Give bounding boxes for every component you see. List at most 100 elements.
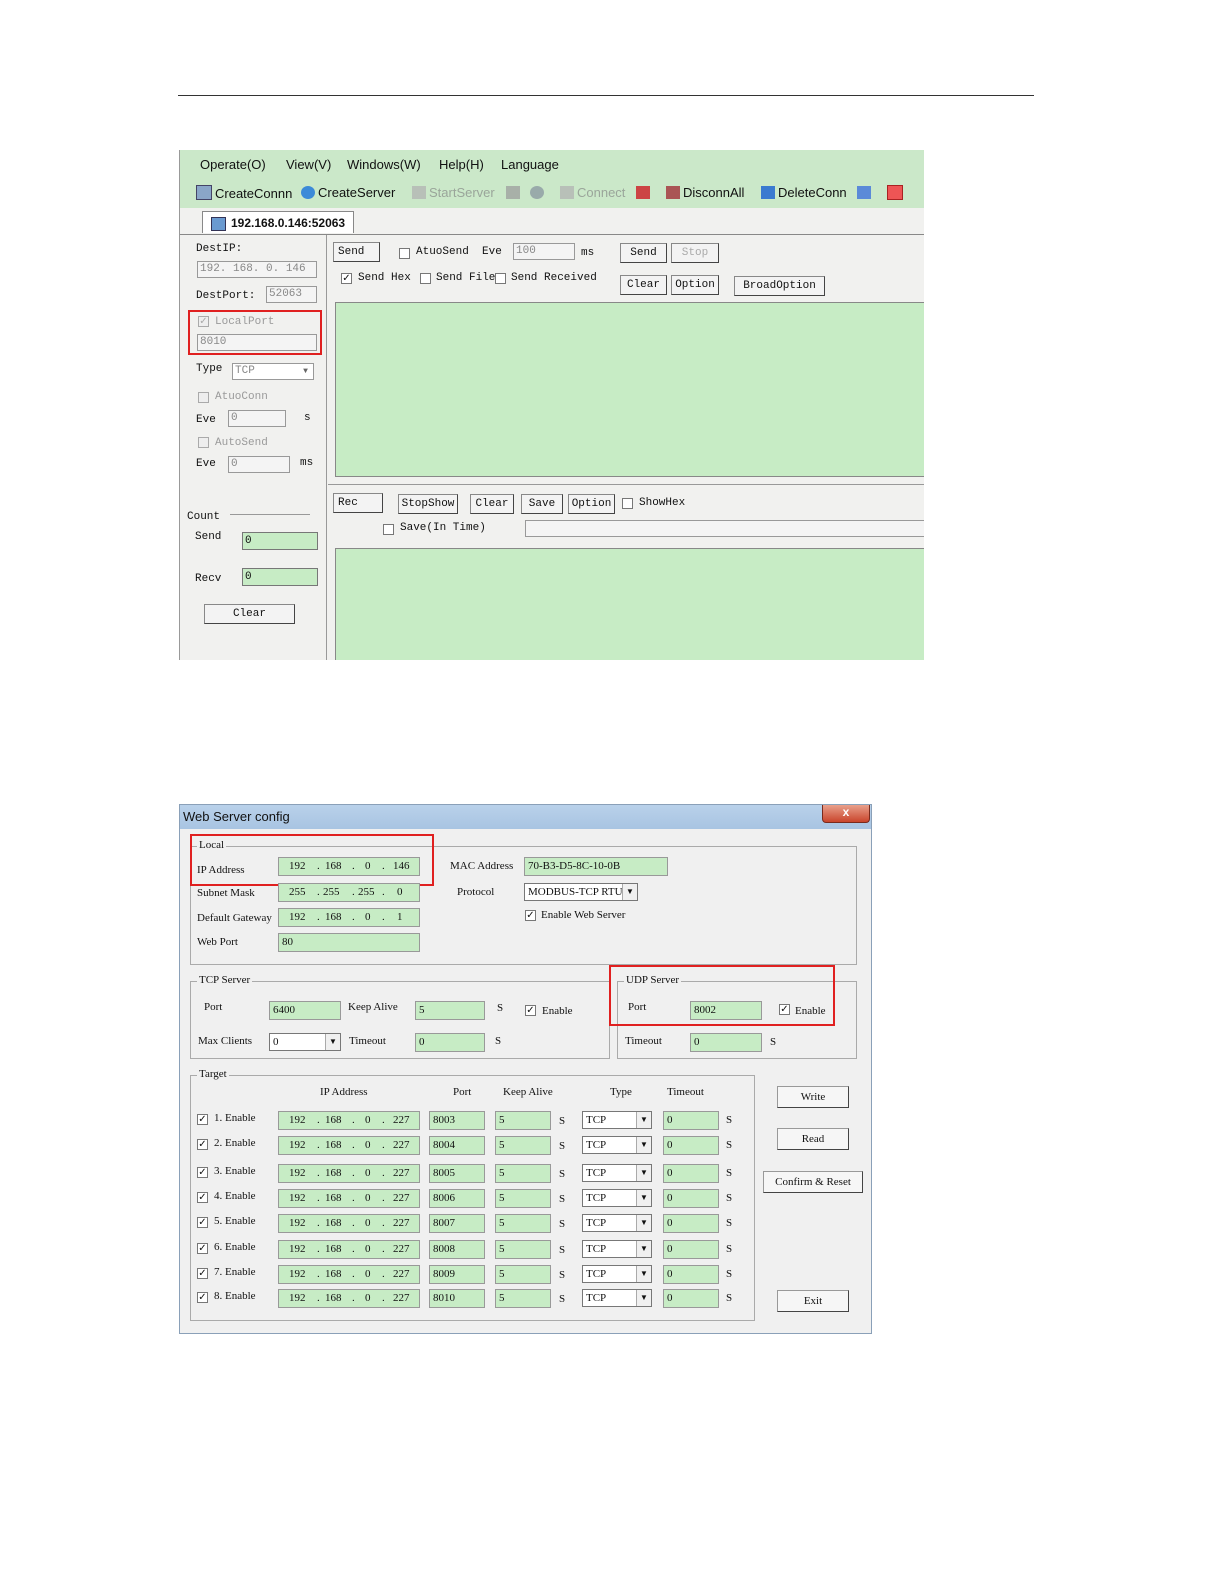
- send-clear-button[interactable]: Clear: [620, 275, 667, 295]
- create-server-button[interactable]: CreateServer: [301, 185, 395, 200]
- send-button[interactable]: Send: [620, 243, 667, 263]
- target-type-select[interactable]: TCP ▼: [582, 1136, 652, 1154]
- target-port-field[interactable]: 8010: [429, 1289, 485, 1308]
- receive-text-area[interactable]: [335, 548, 924, 660]
- rec-option-button[interactable]: Option: [568, 494, 615, 514]
- menu-help[interactable]: Help(H): [439, 157, 484, 172]
- target-keep-alive-field[interactable]: 5: [495, 1189, 551, 1208]
- protocol-select[interactable]: MODBUS-TCP RTU ▼: [524, 883, 638, 901]
- eve-field-1[interactable]: 0: [228, 410, 286, 427]
- target-type-select[interactable]: TCP ▼: [582, 1214, 652, 1232]
- target-timeout-field[interactable]: 0: [663, 1240, 719, 1259]
- target-ip-field[interactable]: 192. 168. 0. 227: [278, 1189, 420, 1208]
- target-enable-checkbox[interactable]: ✓: [197, 1139, 208, 1150]
- dest-ip-field[interactable]: 192. 168. 0. 146: [197, 261, 317, 278]
- broad-option-button[interactable]: BroadOption: [734, 276, 825, 296]
- target-type-select[interactable]: TCP ▼: [582, 1189, 652, 1207]
- target-type-select[interactable]: TCP ▼: [582, 1111, 652, 1129]
- connect-button[interactable]: Connect: [560, 185, 625, 200]
- tab-connection[interactable]: 192.168.0.146:52063: [202, 211, 354, 233]
- target-timeout-field[interactable]: 0: [663, 1111, 719, 1130]
- target-type-select[interactable]: TCP ▼: [582, 1240, 652, 1258]
- target-ip-field[interactable]: 192. 168. 0. 227: [278, 1265, 420, 1284]
- send-received-checkbox[interactable]: [495, 273, 506, 284]
- target-ip-field[interactable]: 192. 168. 0. 227: [278, 1240, 420, 1259]
- target-keep-alive-field[interactable]: 5: [495, 1240, 551, 1259]
- udp-timeout-field[interactable]: 0: [690, 1033, 762, 1052]
- target-ip-field[interactable]: 192. 168. 0. 227: [278, 1136, 420, 1155]
- target-ip-field[interactable]: 192. 168. 0. 227: [278, 1289, 420, 1308]
- target-port-field[interactable]: 8009: [429, 1265, 485, 1284]
- target-port-field[interactable]: 8004: [429, 1136, 485, 1155]
- target-type-select[interactable]: TCP ▼: [582, 1164, 652, 1182]
- clear-count-button[interactable]: Clear: [204, 604, 295, 624]
- target-timeout-field[interactable]: 0: [663, 1265, 719, 1284]
- close-button[interactable]: x: [822, 805, 870, 823]
- tcp-port-field[interactable]: 6400: [269, 1001, 341, 1020]
- menu-windows[interactable]: Windows(W): [347, 157, 421, 172]
- disconnect-all-button[interactable]: DisconnAll: [666, 185, 744, 200]
- write-button[interactable]: Write: [777, 1086, 849, 1108]
- target-keep-alive-field[interactable]: 5: [495, 1111, 551, 1130]
- target-timeout-field[interactable]: 0: [663, 1136, 719, 1155]
- target-enable-checkbox[interactable]: ✓: [197, 1167, 208, 1178]
- max-clients-select[interactable]: 0 ▼: [269, 1033, 341, 1051]
- start-server-button[interactable]: StartServer: [412, 185, 495, 200]
- target-enable-checkbox[interactable]: ✓: [197, 1114, 208, 1125]
- tcp-enable-checkbox[interactable]: ✓: [525, 1005, 536, 1016]
- target-type-select[interactable]: TCP ▼: [582, 1265, 652, 1283]
- target-port-field[interactable]: 8007: [429, 1214, 485, 1233]
- target-enable-checkbox[interactable]: ✓: [197, 1217, 208, 1228]
- target-port-field[interactable]: 8008: [429, 1240, 485, 1259]
- menu-view[interactable]: View(V): [286, 157, 331, 172]
- save-path-field[interactable]: [525, 520, 924, 537]
- stop-show-button[interactable]: StopShow: [398, 494, 458, 514]
- eve-field-2[interactable]: 0: [228, 456, 290, 473]
- target-ip-field[interactable]: 192. 168. 0. 227: [278, 1164, 420, 1183]
- server-tool-a-icon[interactable]: [506, 185, 523, 200]
- create-connection-button[interactable]: CreateConnn: [196, 185, 292, 201]
- exit-button[interactable]: Exit: [777, 1290, 849, 1312]
- target-keep-alive-field[interactable]: 5: [495, 1214, 551, 1233]
- dest-port-field[interactable]: 52063: [266, 286, 317, 303]
- menu-operate[interactable]: Operate(O): [200, 157, 266, 172]
- target-port-field[interactable]: 8006: [429, 1189, 485, 1208]
- send-hex-checkbox[interactable]: ✓: [341, 273, 352, 284]
- menu-language[interactable]: Language: [501, 157, 559, 172]
- target-ip-field[interactable]: 192. 168. 0. 227: [278, 1111, 420, 1130]
- read-button[interactable]: Read: [777, 1128, 849, 1150]
- send-eve-field[interactable]: 100: [513, 243, 575, 260]
- tcp-keep-alive-field[interactable]: 5: [415, 1001, 485, 1020]
- type-select[interactable]: TCP ▼: [232, 363, 314, 380]
- atuo-send-checkbox[interactable]: [399, 248, 410, 259]
- default-gateway-field[interactable]: 192. 168. 0. 1: [278, 908, 420, 927]
- target-enable-checkbox[interactable]: ✓: [197, 1268, 208, 1279]
- save-button[interactable]: Save: [521, 494, 563, 514]
- server-tool-b-icon[interactable]: [530, 185, 547, 200]
- tcp-timeout-field[interactable]: 0: [415, 1033, 485, 1052]
- stop-button[interactable]: Stop: [671, 243, 719, 263]
- target-enable-checkbox[interactable]: ✓: [197, 1243, 208, 1254]
- web-port-field[interactable]: 80: [278, 933, 420, 952]
- enable-web-server-checkbox[interactable]: ✓: [525, 910, 536, 921]
- target-port-field[interactable]: 8005: [429, 1164, 485, 1183]
- delete-connection-button[interactable]: DeleteConn: [761, 185, 847, 200]
- confirm-reset-button[interactable]: Confirm & Reset: [763, 1171, 863, 1193]
- send-text-area[interactable]: [335, 302, 924, 477]
- target-ip-field[interactable]: 192. 168. 0. 227: [278, 1214, 420, 1233]
- send-file-checkbox[interactable]: [420, 273, 431, 284]
- target-timeout-field[interactable]: 0: [663, 1164, 719, 1183]
- record-button[interactable]: [887, 185, 906, 201]
- target-timeout-field[interactable]: 0: [663, 1189, 719, 1208]
- target-keep-alive-field[interactable]: 5: [495, 1289, 551, 1308]
- target-keep-alive-field[interactable]: 5: [495, 1265, 551, 1284]
- show-hex-checkbox[interactable]: [622, 498, 633, 509]
- target-keep-alive-field[interactable]: 5: [495, 1164, 551, 1183]
- save-in-time-checkbox[interactable]: [383, 524, 394, 535]
- target-keep-alive-field[interactable]: 5: [495, 1136, 551, 1155]
- target-enable-checkbox[interactable]: ✓: [197, 1292, 208, 1303]
- target-enable-checkbox[interactable]: ✓: [197, 1192, 208, 1203]
- atuo-conn-checkbox[interactable]: [198, 392, 209, 403]
- auto-send-checkbox[interactable]: [198, 437, 209, 448]
- network-icon-button[interactable]: [636, 185, 653, 200]
